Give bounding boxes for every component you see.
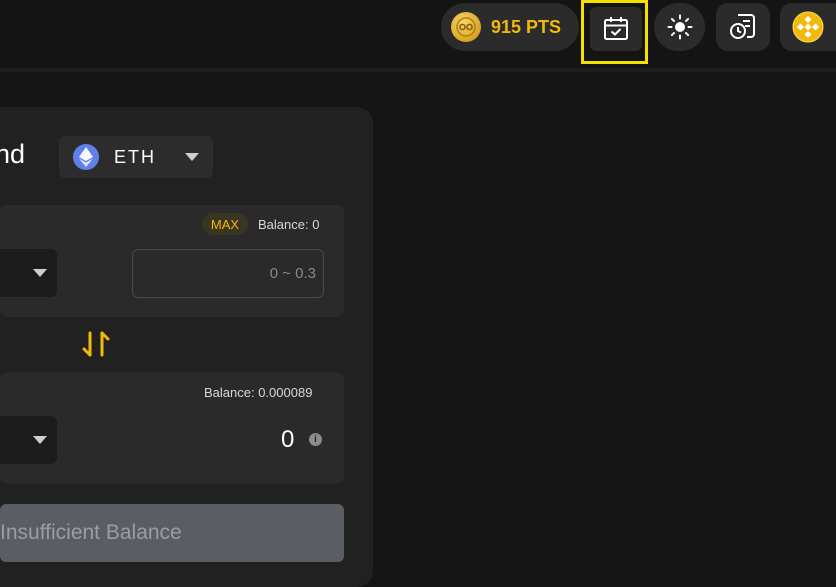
from-chain-dropdown[interactable] bbox=[0, 249, 57, 297]
points-button[interactable]: 915 PTS bbox=[441, 3, 579, 51]
points-label: 915 PTS bbox=[491, 16, 562, 37]
history-button[interactable] bbox=[716, 3, 770, 51]
token-symbol: ETH bbox=[114, 146, 156, 167]
amount-input[interactable] bbox=[132, 249, 324, 298]
from-balance: Balance: 0 bbox=[258, 217, 320, 232]
history-doc-icon bbox=[730, 14, 755, 39]
to-balance: Balance: 0.000089 bbox=[204, 385, 313, 400]
swap-direction-icon[interactable] bbox=[80, 327, 112, 361]
token-select[interactable]: ETH bbox=[59, 136, 213, 178]
chevron-down-icon bbox=[33, 436, 47, 444]
bnb-icon bbox=[792, 11, 824, 43]
sun-icon bbox=[667, 14, 692, 40]
info-icon[interactable]: i bbox=[309, 433, 322, 446]
theme-toggle-button[interactable] bbox=[654, 3, 705, 51]
calendar-highlight-frame bbox=[581, 0, 648, 64]
top-bar bbox=[0, 0, 836, 68]
submit-button[interactable]: Insufficient Balance bbox=[0, 504, 344, 562]
to-chain-dropdown[interactable] bbox=[0, 416, 57, 464]
coin-icon bbox=[451, 12, 481, 42]
network-button[interactable] bbox=[780, 3, 836, 51]
chevron-down-icon bbox=[33, 269, 47, 277]
max-button[interactable]: MAX bbox=[202, 213, 248, 235]
top-bar-divider bbox=[0, 68, 836, 72]
receive-amount: 0 bbox=[281, 426, 295, 453]
chevron-down-icon bbox=[185, 153, 199, 161]
eth-icon bbox=[73, 144, 99, 170]
card-title: end bbox=[0, 139, 26, 169]
